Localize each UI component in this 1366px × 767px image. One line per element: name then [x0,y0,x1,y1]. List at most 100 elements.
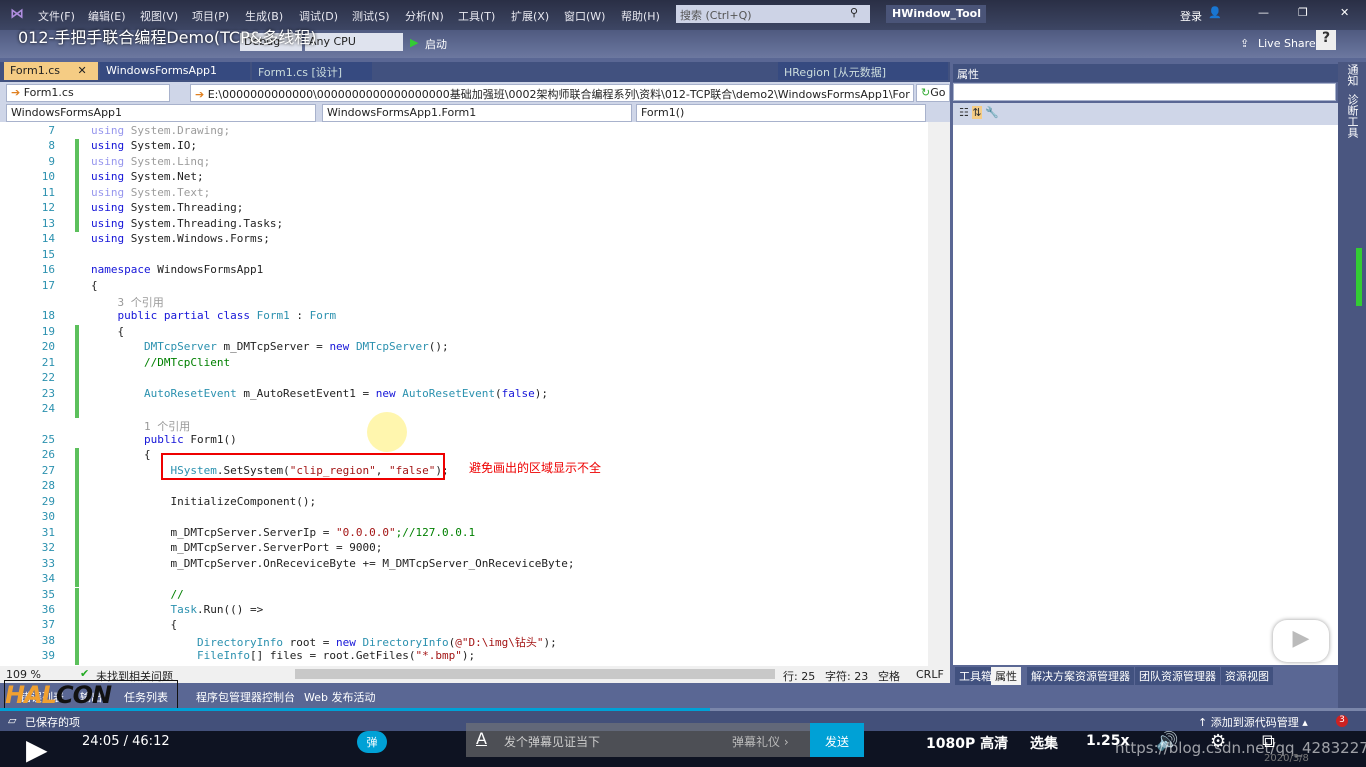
menu-item[interactable]: 窗口(W) [564,8,605,24]
close-icon[interactable]: ✕ [77,64,86,77]
code-line[interactable]: FileInfo[] files = root.GetFiles("*.bmp"… [91,649,475,662]
menu-item[interactable]: 文件(F) [38,8,75,24]
start-icon[interactable]: ▶ [410,36,418,49]
code-line[interactable]: m_DMTcpServer.ServerIp = "0.0.0.0";//127… [91,526,475,539]
code-line[interactable]: using System.Linq; [91,155,210,168]
code-line[interactable]: using System.Threading.Tasks; [91,217,283,230]
quality-button[interactable]: 1080P 高清 [926,733,1008,753]
code-line[interactable]: // [91,588,183,601]
member-dropdown[interactable]: Form1() [636,104,926,122]
class-dropdown[interactable]: WindowsFormsApp1.Form1 [322,104,632,122]
code-line[interactable]: Task.Run(() => [91,603,263,616]
code-line[interactable]: { [91,618,177,631]
side-tab-notifications[interactable]: 通知 [1344,64,1360,86]
line-number: 26 [41,448,55,462]
font-icon[interactable]: A [476,729,487,748]
close-button[interactable]: ✕ [1340,6,1349,19]
panel-tab[interactable]: 资源视图 [1221,667,1273,685]
platform-dropdown[interactable]: Any CPU [305,33,403,51]
code-line[interactable]: using System.Drawing; [91,124,230,137]
panel-tab[interactable]: 工具箱 [955,667,996,685]
tab-project[interactable]: WindowsFormsApp1 [100,62,250,80]
code-line[interactable]: namespace WindowsFormsApp1 [91,263,263,276]
code-line[interactable]: { [91,448,151,461]
code-line[interactable]: 3 个引用 [91,294,163,310]
side-tab-diagnostics[interactable]: 诊断工具 [1344,94,1360,138]
vertical-scrollbar[interactable] [928,122,950,666]
play-button[interactable]: ▶ [26,733,48,766]
code-token: System.Threading; [130,201,244,215]
start-button[interactable]: 启动 [425,36,447,52]
play-icon[interactable]: ▶ [1273,620,1329,662]
code-line[interactable]: { [91,279,98,292]
search-input[interactable]: 搜索 (Ctrl+Q) [676,5,870,23]
code-line[interactable]: 1 个引用 [91,418,190,434]
code-editor[interactable]: 7 using System.Drawing; 8 using System.IO; 9… [0,122,950,666]
code-line[interactable]: DMTcpServer m_DMTcpServer = new DMTcpSer… [91,340,449,353]
tab-form1-designer[interactable]: Form1.cs [设计] [252,62,372,80]
horizontal-scrollbar[interactable] [295,669,775,679]
visual-studio-logo-icon: ⋈ [10,6,24,22]
code-line[interactable]: InitializeComponent(); [91,495,316,508]
path-field[interactable]: ➔ E:\0000000000000\0000000000000000000基础… [190,84,914,102]
code-line[interactable]: DirectoryInfo root = new DirectoryInfo(@… [91,634,557,650]
code-line[interactable]: m_DMTcpServer.OnReceviceByte += M_DMTcpS… [91,557,574,570]
panel-tab[interactable]: 团队资源管理器 [1135,667,1220,685]
code-token: using [91,154,131,168]
panel-tab[interactable]: 属性 [991,667,1021,685]
code-line[interactable]: using System.Net; [91,170,204,183]
minimize-button[interactable]: — [1258,6,1269,19]
live-share-icon[interactable]: ⇪ [1240,37,1249,50]
code-line[interactable]: public Form1() [91,433,237,446]
episodes-button[interactable]: 选集 [1030,733,1058,753]
menu-item[interactable]: 项目(P) [192,8,229,24]
panel-tab[interactable]: 解决方案资源管理器 [1027,667,1134,685]
live-share-button[interactable]: Live Share [1258,37,1316,50]
source-control-button[interactable]: ↑ 添加到源代码管理 ▴ [1198,714,1308,730]
danmaku-etiquette-link[interactable]: 弹幕礼仪 › [732,733,789,750]
categorized-icon[interactable]: ☷ [959,106,969,119]
code-line[interactable]: using System.Text; [91,186,210,199]
menu-item[interactable]: 扩展(X) [511,8,549,24]
wrench-icon[interactable]: 🔧 [985,106,999,119]
danmaku-input[interactable]: A 发个弹幕见证当下 弹幕礼仪 › [466,723,810,757]
menu-item[interactable]: 帮助(H) [621,8,660,24]
code-line[interactable]: AutoResetEvent m_AutoResetEvent1 = new A… [91,387,548,400]
tab-hregion[interactable]: HRegion [从元数据] [778,62,948,80]
danmaku-toggle[interactable]: 弹 [357,731,387,753]
volume-level[interactable] [1356,248,1362,306]
project-dropdown[interactable]: WindowsFormsApp1 [6,104,316,122]
menu-item[interactable]: 生成(B) [245,8,283,24]
bottom-tab[interactable]: Web 发布活动 [304,689,375,705]
code-line[interactable]: using System.Windows.Forms; [91,232,270,245]
code-line[interactable]: m_DMTcpServer.ServerPort = 9000; [91,541,382,554]
help-icon[interactable]: ? [1316,30,1336,50]
code-line[interactable]: using System.IO; [91,139,197,152]
alphabetical-icon[interactable]: ⇅ [972,106,982,119]
code-line[interactable]: using System.Threading; [91,201,243,214]
code-token: @"D:\img\钻头" [455,635,544,649]
tab-form1-cs[interactable]: Form1.cs ✕ [4,62,98,80]
menu-item[interactable]: 编辑(E) [88,8,126,24]
menu-item[interactable]: 视图(V) [140,8,178,24]
bottom-tab[interactable]: 程序包管理器控制台 [196,689,295,705]
send-button[interactable]: 发送 [810,723,864,757]
code-token: System.Threading.Tasks; [130,216,284,230]
menu-item[interactable]: 分析(N) [405,8,444,24]
menu-item[interactable]: 调试(D) [299,8,338,24]
go-button[interactable]: ↻Go [916,84,950,102]
object-dropdown[interactable] [953,83,1336,101]
login-link[interactable]: 登录 [1180,8,1202,24]
menu-item[interactable]: 测试(S) [352,8,390,24]
line-number: 行: 25 [783,670,816,683]
code-line[interactable]: //DMTcpClient [91,356,230,369]
restore-button[interactable]: ❐ [1298,6,1308,19]
code-token: DMTcpServer [355,340,429,354]
saved-icon: ▱ [8,714,17,727]
code-line[interactable]: public partial class Form1 : Form [91,309,336,322]
account-icon[interactable]: 👤 [1208,6,1222,19]
notification-badge[interactable]: 3 [1336,715,1348,727]
file-dropdown[interactable]: ➔ Form1.cs [6,84,170,102]
menu-item[interactable]: 工具(T) [458,8,495,24]
code-line[interactable]: { [91,325,124,338]
